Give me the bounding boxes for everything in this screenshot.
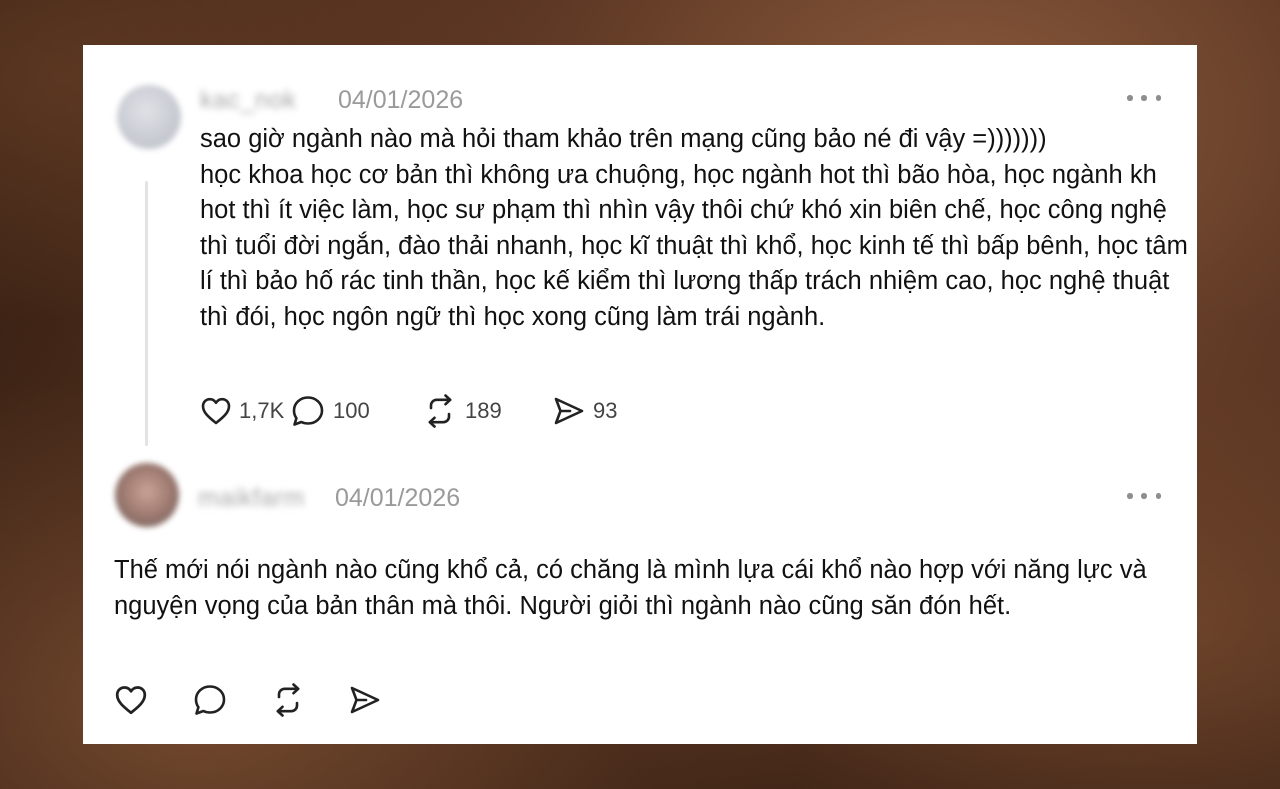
reply-like-button[interactable] (114, 682, 192, 718)
reply-body-text: Thế mới nói ngành nào cũng khổ cả, có ch… (114, 556, 1154, 620)
repost-button[interactable]: 189 (422, 393, 552, 429)
heart-icon (115, 686, 147, 715)
send-icon (554, 397, 584, 425)
heart-icon (201, 397, 231, 425)
thread-card: kac_nok 04/01/2026 sao giờ ngành nào mà … (83, 45, 1197, 744)
post-action-bar: 1,7K 100 189 93 (200, 393, 617, 429)
repost-arrows-icon (428, 394, 452, 428)
reply-author-avatar[interactable] (115, 463, 179, 527)
share-button[interactable]: 93 (552, 393, 617, 429)
reply-button[interactable]: 100 (290, 393, 422, 429)
repost-count: 189 (465, 398, 502, 423)
post-author-avatar[interactable] (117, 85, 181, 149)
like-count: 1,7K (239, 398, 285, 423)
reply-repost-button[interactable] (270, 682, 348, 718)
comment-bubble-icon (194, 685, 226, 715)
share-count: 93 (593, 398, 618, 423)
post-date: 04/01/2026 (338, 86, 464, 114)
post-body-text: sao giờ ngành nào mà hỏi tham khảo trên … (200, 125, 1188, 331)
reply-comment-button[interactable] (192, 682, 270, 718)
reply-action-bar (114, 682, 426, 718)
more-dots-icon[interactable] (1127, 94, 1161, 102)
post-author-username[interactable]: kac_nok (200, 86, 297, 115)
more-dots-icon[interactable] (1127, 492, 1161, 500)
reply-author-username[interactable]: maikfarm (198, 484, 305, 513)
reply-count: 100 (333, 398, 370, 423)
comment-bubble-icon (292, 396, 324, 426)
send-icon (350, 686, 380, 714)
repost-arrows-icon (276, 683, 300, 717)
like-button[interactable]: 1,7K (200, 393, 290, 429)
reply-date: 04/01/2026 (335, 484, 461, 512)
thread-connector-line (145, 181, 148, 446)
reply-share-button[interactable] (348, 682, 426, 718)
